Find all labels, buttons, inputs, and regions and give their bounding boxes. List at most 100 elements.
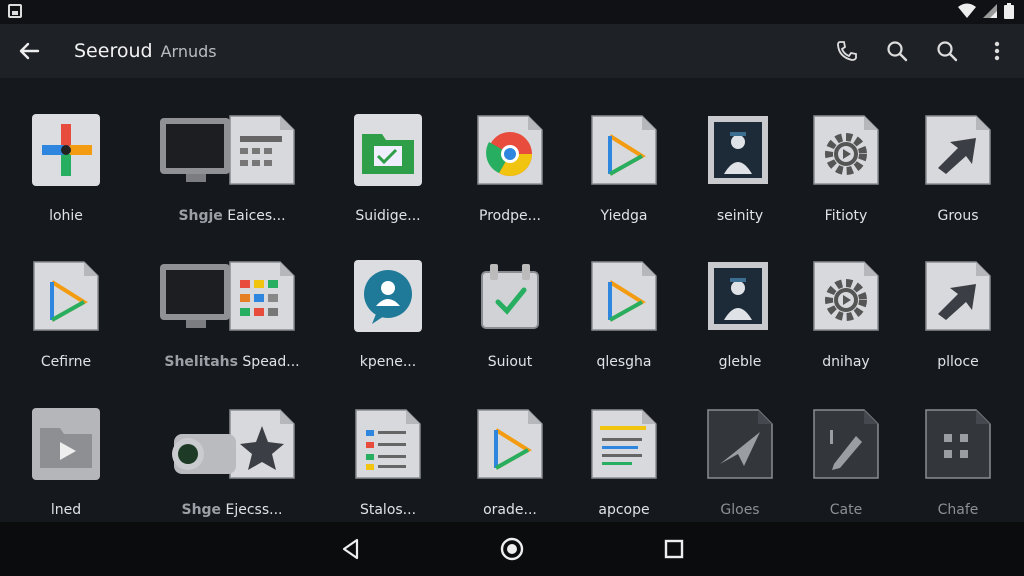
app-label-text: Eaices... (227, 208, 286, 224)
app-label-text: gleble (718, 354, 762, 370)
app-label: Suidige... (328, 208, 448, 224)
app-label: seinity (680, 208, 800, 224)
chrome-doc-icon (474, 112, 546, 188)
image-icon (8, 4, 22, 18)
app-shortcut[interactable]: apcope (564, 388, 684, 528)
app-label: Stalos... (328, 502, 448, 518)
play-doc-icon (30, 258, 102, 334)
toolbar-actions (832, 36, 1012, 66)
title-text: Seeroud (74, 40, 153, 62)
pinwheel-icon (30, 112, 102, 188)
app-label-text: lohie (49, 208, 83, 224)
app-label-text: Chafe (937, 502, 979, 518)
recents-square-icon[interactable] (661, 536, 687, 562)
app-label: Cate (786, 502, 906, 518)
app-shortcut[interactable]: seinity (680, 94, 800, 234)
chat-person-icon (352, 258, 424, 334)
app-label-text: apcope (598, 502, 650, 518)
photo-doc-icon (704, 112, 776, 188)
app-label: orade... (450, 502, 570, 518)
app-shortcut[interactable]: Suiout (450, 240, 570, 380)
app-label-text: kpene... (359, 354, 417, 370)
app-shortcut[interactable]: lohie (6, 94, 126, 234)
app-label-text: Suiout (487, 354, 533, 370)
app-label: kpene... (328, 354, 448, 370)
arrow-doc-icon (922, 258, 994, 334)
camera-star-icon (172, 406, 298, 482)
app-shortcut[interactable]: Shelitahs Spead... (160, 240, 322, 380)
monitor-grid-icon (160, 258, 298, 334)
app-label: plloce (898, 354, 1018, 370)
monitor-doc-icon (160, 112, 298, 188)
app-shortcut[interactable]: qlesgha (564, 240, 684, 380)
app-shortcut[interactable]: lned (6, 388, 126, 528)
play-doc-icon (474, 406, 546, 482)
app-shortcut[interactable]: Yiedga (564, 94, 684, 234)
app-shortcut[interactable]: Cefirne (6, 240, 126, 380)
folder-green-icon (352, 112, 424, 188)
app-shortcut[interactable]: Prodpe... (450, 94, 570, 234)
status-bar (0, 0, 1024, 24)
folder-play-icon (30, 406, 102, 482)
app-label-text: orade... (483, 502, 537, 518)
app-label-secondary: Shge (181, 502, 222, 518)
app-label-text: plloce (937, 354, 979, 370)
app-shortcut[interactable]: Cate (786, 388, 906, 528)
app-label: dnihay (786, 354, 906, 370)
app-label-secondary: Shgje (178, 208, 223, 224)
app-label-secondary: Shelitahs (164, 354, 238, 370)
app-label: lned (6, 502, 126, 518)
play-doc-icon (588, 258, 660, 334)
app-label-text: Stalos... (359, 502, 417, 518)
more-vert-icon[interactable] (982, 36, 1012, 66)
app-label-text: Grous (937, 208, 979, 224)
app-shortcut[interactable]: Shgje Eaices... (160, 94, 322, 234)
app-shortcut[interactable]: kpene... (328, 240, 448, 380)
list-doc-icon (352, 406, 424, 482)
app-label: Chafe (898, 502, 1018, 518)
search-icon[interactable] (882, 36, 912, 66)
arrow-doc-icon (922, 112, 994, 188)
notes-doc-icon (588, 406, 660, 482)
app-label-text: Cate (829, 502, 863, 518)
app-label: Grous (898, 208, 1018, 224)
app-label: Cefirne (6, 354, 126, 370)
play-doc-icon (588, 112, 660, 188)
app-label: Prodpe... (450, 208, 570, 224)
back-triangle-icon[interactable] (338, 536, 364, 562)
check-box-icon (474, 258, 546, 334)
phone-icon[interactable] (832, 36, 862, 66)
gear-doc-icon (810, 258, 882, 334)
status-icons (958, 3, 1014, 19)
app-label-text: seinity (716, 208, 764, 224)
app-shortcut[interactable]: dnihay (786, 240, 906, 380)
app-shortcut[interactable]: Gloes (680, 388, 800, 528)
search-icon[interactable] (932, 36, 962, 66)
app-shortcut[interactable]: Grous (898, 94, 1018, 234)
app-label: apcope (564, 502, 684, 518)
app-label: Gloes (680, 502, 800, 518)
app-label-text: Cefirne (40, 354, 92, 370)
app-label: Shgje Eaices... (142, 208, 322, 224)
app-label-text: Gloes (720, 502, 760, 518)
app-shortcut[interactable]: plloce (898, 240, 1018, 380)
app-shortcut[interactable]: Chafe (898, 388, 1018, 528)
app-label-text: qlesgha (596, 354, 652, 370)
back-arrow-icon[interactable] (14, 36, 44, 66)
app-shortcut[interactable]: Stalos... (328, 388, 448, 528)
app-toolbar: Seeroud Arnuds (0, 24, 1024, 78)
app-shortcut[interactable]: gleble (680, 240, 800, 380)
gear-doc-icon (810, 112, 882, 188)
app-shortcut[interactable]: orade... (450, 388, 570, 528)
app-shortcut[interactable]: Suidige... (328, 94, 448, 234)
app-grid: lohie Shgje Eaices... Suidige... Prodpe... Y… (0, 78, 1024, 522)
app-label: Shelitahs Spead... (142, 354, 322, 370)
app-label-text: Ejecss... (225, 502, 283, 518)
app-shortcut[interactable]: Fitioty (786, 94, 906, 234)
signal-icon (983, 4, 997, 18)
app-label-text: Spead... (242, 354, 300, 370)
app-shortcut[interactable]: Shge Ejecss... (172, 388, 322, 528)
app-label-text: lned (50, 502, 82, 518)
home-circle-icon[interactable] (499, 536, 525, 562)
app-label: gleble (680, 354, 800, 370)
